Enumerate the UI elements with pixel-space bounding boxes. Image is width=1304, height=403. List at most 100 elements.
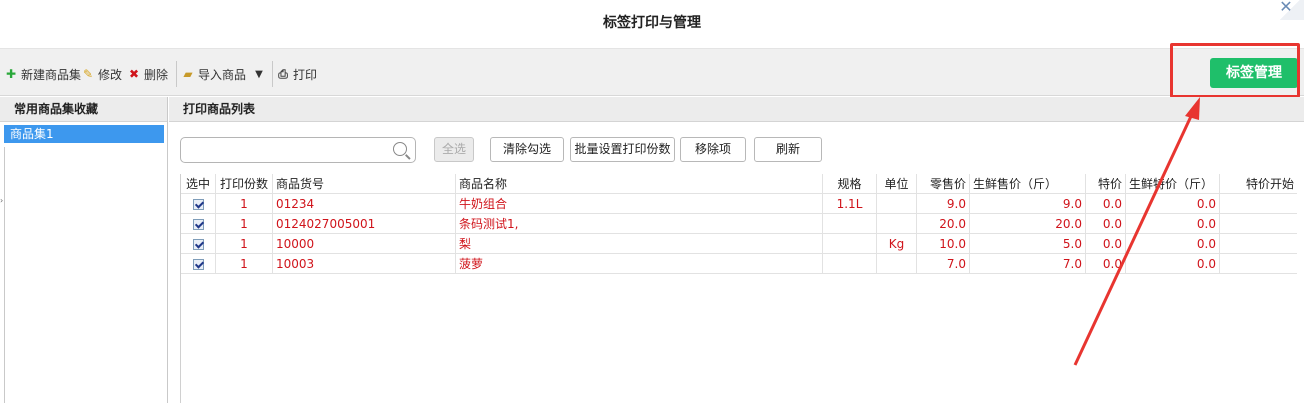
col-header[interactable]: 单位 (877, 174, 917, 194)
plus-icon: ✚ (5, 67, 17, 81)
x-icon: ✖ (128, 67, 140, 81)
fresh-special-cell: 0.0 (1126, 194, 1220, 214)
favorites-item[interactable]: 商品集1 (4, 125, 164, 143)
code-cell: 0124027005001 (273, 214, 456, 234)
edit-label: 修改 (98, 67, 123, 82)
fresh-special-cell: 0.0 (1126, 234, 1220, 254)
table-header: 选中 打印份数 商品货号 商品名称 规格 单位 零售价 生鲜售价（斤） 特价 生… (181, 174, 1297, 194)
name-cell: 菠萝 (456, 254, 823, 274)
remove-item-button[interactable]: 移除项 (680, 137, 746, 162)
spec-cell (823, 214, 877, 234)
table-row[interactable]: 1 10003 菠萝 7.0 7.0 0.0 0.0 (181, 254, 1297, 274)
special-start-cell (1220, 234, 1297, 254)
col-header[interactable]: 商品名称 (456, 174, 823, 194)
checkbox-checked-icon[interactable] (192, 259, 204, 270)
close-icon[interactable]: ✕ (1274, 0, 1298, 16)
fresh-price-cell: 7.0 (970, 254, 1086, 274)
toolbar: ✚ 新建商品集 ✎ 修改 ✖ 删除 ▰ 导入商品 ▼ ⎙ 打印 (0, 48, 1304, 96)
fresh-special-cell: 0.0 (1126, 214, 1220, 234)
search-input[interactable] (180, 137, 416, 163)
import-dropdown[interactable]: ▼ (252, 66, 269, 82)
price-cell: 9.0 (917, 194, 970, 214)
refresh-button[interactable]: 刷新 (754, 137, 822, 162)
copies-cell[interactable]: 1 (216, 194, 273, 214)
title-bar: 标签打印与管理 ✕ (0, 0, 1304, 48)
fresh-price-cell: 9.0 (970, 194, 1086, 214)
spec-cell: 1.1L (823, 194, 877, 214)
label-manage-button[interactable]: 标签管理 (1210, 58, 1298, 88)
spec-cell (823, 254, 877, 274)
special-cell: 0.0 (1086, 214, 1126, 234)
row-checkbox[interactable] (181, 234, 216, 254)
price-cell: 20.0 (917, 214, 970, 234)
col-header[interactable]: 零售价 (917, 174, 970, 194)
fresh-special-cell: 0.0 (1126, 254, 1220, 274)
special-start-cell (1220, 254, 1297, 274)
print-list-header: 打印商品列表 (169, 97, 1304, 122)
col-header[interactable]: 特价开始 (1220, 174, 1297, 194)
code-cell: 10003 (273, 254, 456, 274)
special-cell: 0.0 (1086, 254, 1126, 274)
table-row[interactable]: 1 0124027005001 条码测试1, 20.0 20.0 0.0 0.0 (181, 214, 1297, 234)
collapse-handle-icon[interactable]: › (0, 196, 4, 205)
col-header[interactable]: 规格 (823, 174, 877, 194)
special-start-cell (1220, 194, 1297, 214)
special-cell: 0.0 (1086, 234, 1126, 254)
delete-button[interactable]: ✖ 删除 (127, 66, 168, 82)
special-start-cell (1220, 214, 1297, 234)
delete-label: 删除 (144, 67, 169, 82)
table-row[interactable]: 1 01234 牛奶组合 1.1L 9.0 9.0 0.0 0.0 (181, 194, 1297, 214)
special-cell: 0.0 (1086, 194, 1126, 214)
row-checkbox[interactable] (181, 214, 216, 234)
search-icon[interactable] (393, 142, 407, 156)
checkbox-checked-icon[interactable] (192, 199, 204, 210)
col-header[interactable]: 商品货号 (273, 174, 456, 194)
favorites-header: 常用商品集收藏 (0, 97, 167, 122)
toolbar-separator (272, 61, 273, 87)
folder-icon: ▰ (183, 67, 193, 81)
col-header[interactable]: 特价 (1086, 174, 1126, 194)
copies-cell[interactable]: 1 (216, 254, 273, 274)
print-list-panel: 打印商品列表 全选 清除勾选 批量设置打印份数 移除项 刷新 选中 打印份数 商… (169, 97, 1304, 403)
unit-cell (877, 214, 917, 234)
checkbox-checked-icon[interactable] (192, 219, 204, 230)
col-header[interactable]: 选中 (181, 174, 216, 194)
unit-cell (877, 254, 917, 274)
price-cell: 10.0 (917, 234, 970, 254)
unit-cell (877, 194, 917, 214)
code-cell: 10000 (273, 234, 456, 254)
price-cell: 7.0 (917, 254, 970, 274)
col-header[interactable]: 生鲜特价（斤） (1126, 174, 1220, 194)
col-header[interactable]: 打印份数 (216, 174, 273, 194)
batch-copies-button[interactable]: 批量设置打印份数 (570, 137, 675, 162)
name-cell: 条码测试1, (456, 214, 823, 234)
row-checkbox[interactable] (181, 194, 216, 214)
window-title: 标签打印与管理 (603, 15, 701, 31)
name-cell: 梨 (456, 234, 823, 254)
printer-icon: ⎙ (278, 66, 288, 81)
favorites-panel: 常用商品集收藏 商品集1 (0, 97, 168, 403)
checkbox-checked-icon[interactable] (192, 239, 204, 250)
copies-cell[interactable]: 1 (216, 214, 273, 234)
print-label: 打印 (293, 67, 318, 82)
pencil-icon: ✎ (82, 67, 94, 81)
print-button[interactable]: ⎙ 打印 (276, 66, 317, 82)
import-label: 导入商品 (198, 67, 247, 82)
copies-cell[interactable]: 1 (216, 234, 273, 254)
col-header[interactable]: 生鲜售价（斤） (970, 174, 1086, 194)
panel-divider (4, 147, 5, 403)
new-set-button[interactable]: ✚ 新建商品集 (4, 66, 81, 82)
caret-down-icon: ▼ (255, 68, 263, 80)
unit-cell: Kg (877, 234, 917, 254)
row-checkbox[interactable] (181, 254, 216, 274)
select-all-button[interactable]: 全选 (434, 137, 474, 162)
edit-button[interactable]: ✎ 修改 (81, 66, 122, 82)
import-button[interactable]: ▰ 导入商品 (181, 66, 246, 82)
fresh-price-cell: 5.0 (970, 234, 1086, 254)
spec-cell (823, 234, 877, 254)
fresh-price-cell: 20.0 (970, 214, 1086, 234)
product-table: 选中 打印份数 商品货号 商品名称 规格 单位 零售价 生鲜售价（斤） 特价 生… (180, 174, 1297, 403)
table-row[interactable]: 1 10000 梨 Kg 10.0 5.0 0.0 0.0 (181, 234, 1297, 254)
clear-checks-button[interactable]: 清除勾选 (490, 137, 564, 162)
name-cell: 牛奶组合 (456, 194, 823, 214)
